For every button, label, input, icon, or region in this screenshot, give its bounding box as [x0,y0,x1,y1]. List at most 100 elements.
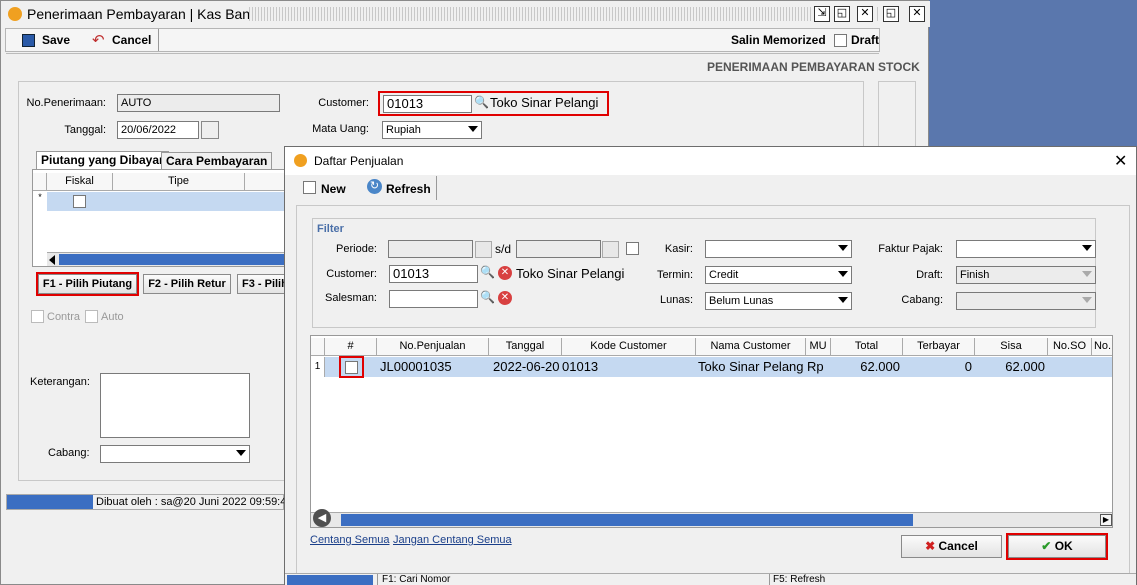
titlebar-grip [249,7,811,21]
termin-value: Credit [709,269,739,281]
dialog-title: Daftar Penjualan [314,154,404,168]
filter-draft-label: Draft: [916,269,943,281]
periode-from-calendar-icon[interactable] [475,241,492,258]
piutang-grid: Fiskal Tipe * [32,169,290,267]
save-button[interactable]: Save [42,33,70,47]
cell-kode-customer: 01013 [562,359,599,374]
search-icon[interactable]: 🔍 [474,95,489,109]
cabang-select[interactable] [100,445,250,463]
cancel-dialog-button[interactable]: ✖ Cancel [901,535,1002,558]
col-no-more[interactable]: No. [1092,338,1112,356]
refresh-button[interactable]: Refresh [386,182,431,196]
col-mu[interactable]: MU [806,338,831,356]
ok-button[interactable]: ✔ OK [1006,533,1108,560]
lunas-select[interactable]: Belum Lunas [705,292,852,310]
calendar-icon[interactable] [201,121,219,139]
contra-checkbox[interactable] [31,310,44,323]
pilih-retur-button[interactable]: F2 - Pilih Retur [143,274,231,294]
grid-header-fiskal[interactable]: Fiskal [47,173,113,191]
cell-no-penjualan: JL00001035 [380,359,452,374]
cell-sisa: 62.000 [1005,359,1045,374]
col-terbayar[interactable]: Terbayar [903,338,975,356]
periode-to-calendar-icon[interactable] [602,241,619,258]
mata-uang-select[interactable]: Rupiah [382,121,482,139]
lunas-label: Lunas: [659,294,693,306]
centang-semua-link[interactable]: Centang Semua [310,534,390,546]
filter-cabang-select[interactable] [956,292,1096,310]
status-divider [377,574,378,585]
col-check[interactable]: # [325,338,377,356]
auto-checkbox[interactable] [85,310,98,323]
col-kode-customer[interactable]: Kode Customer [562,338,696,356]
main-status-bar: Dibuat oleh : sa@20 Juni 2022 09:59:4 [6,494,286,510]
customer-clear-icon[interactable]: ✕ [498,266,512,280]
save-icon [22,34,35,47]
draft-value: Finish [960,269,990,281]
scroll-left-icon[interactable] [49,255,55,265]
termin-select[interactable]: Credit [705,266,852,284]
restore-icon[interactable]: ⇲ [814,6,830,22]
periode-label: Periode: [336,243,377,255]
cell-nama-customer: Toko Sinar Pelang [698,359,804,374]
col-nama-customer[interactable]: Nama Customer [696,338,806,356]
col-sisa[interactable]: Sisa [975,338,1048,356]
grid-scroll-thumb[interactable] [59,254,287,265]
salesman-search-icon[interactable]: 🔍 [480,290,495,304]
cancel-button[interactable]: Cancel [112,33,151,47]
status-progress [7,495,93,509]
maximize-icon[interactable]: ◱ [834,6,850,22]
faktur-pajak-select[interactable] [956,240,1096,258]
filter-customer-input[interactable]: 01013 [389,265,478,283]
draft-checkbox[interactable] [834,34,847,47]
mata-uang-value: Rupiah [386,124,421,136]
new-button[interactable]: New [321,182,346,196]
scroll-back-icon[interactable]: ◀ [313,509,331,527]
pilih-piutang-button[interactable]: F1 - Pilih Piutang [36,272,139,296]
penjualan-grid: # No.Penjualan Tanggal Kode Customer Nam… [310,335,1113,528]
row-pointer: * [38,192,42,202]
tanggal-field[interactable]: 20/06/2022 [117,121,199,139]
salesman-clear-icon[interactable]: ✕ [498,291,512,305]
customer-search-icon[interactable]: 🔍 [480,265,495,279]
dialog-close-icon[interactable]: ✕ [1114,151,1127,171]
ok-label: OK [1054,539,1073,553]
periode-checkbox[interactable] [626,242,639,255]
outer-maximize-icon[interactable]: ◱ [883,6,899,22]
grid-scroll-thumb[interactable] [341,514,913,526]
col-no-so[interactable]: No.SO [1048,338,1092,356]
filter-customer-label: Customer: [326,268,377,280]
keterangan-textarea[interactable] [100,373,250,438]
salesman-label: Salesman: [325,292,377,304]
fiskal-checkbox[interactable] [73,195,86,208]
tab-cara-pembayaran[interactable]: Cara Pembayaran [161,152,273,170]
scroll-right-icon[interactable]: ▶ [1100,514,1112,526]
chevron-down-icon [838,297,848,303]
grid-header-tipe[interactable]: Tipe [113,173,245,191]
salesman-input[interactable] [389,290,478,308]
grid-horizontal-scrollbar[interactable]: ◀ ▶ [311,509,1112,527]
col-no-penjualan[interactable]: No.Penjualan [377,338,489,356]
toolbar-rule [6,53,879,54]
chevron-down-icon [1082,271,1092,277]
tab-cara-label: Cara Pembayaran [166,154,268,168]
salin-memorized-button[interactable]: Salin Memorized [731,33,826,47]
grid-scrollbar[interactable] [47,252,290,266]
draft-select[interactable]: Finish [956,266,1096,284]
chevron-down-icon [1082,297,1092,303]
col-tanggal[interactable]: Tanggal [489,338,562,356]
pilih-more-button[interactable]: F3 - Pilih [237,274,289,294]
jangan-centang-link[interactable]: Jangan Centang Semua [393,534,512,546]
col-total[interactable]: Total [831,338,903,356]
customer-code-input[interactable]: 01013 [383,95,472,113]
kasir-select[interactable] [705,240,852,258]
customer-name-text: Toko Sinar Pelangi [490,95,599,110]
row-checkbox[interactable] [345,361,358,374]
cell-total: 62.000 [860,359,900,374]
keterangan-label: Keterangan: [30,376,90,388]
cabang-label: Cabang: [48,447,90,459]
outer-close-icon[interactable]: ✕ [909,6,925,22]
tab-piutang[interactable]: Piutang yang Dibayar [36,151,169,169]
close-icon[interactable]: ✕ [857,6,873,22]
page-heading: PENERIMAAN PEMBAYARAN [707,60,875,74]
dialog-toolbar: New ↻ Refresh [285,176,437,200]
